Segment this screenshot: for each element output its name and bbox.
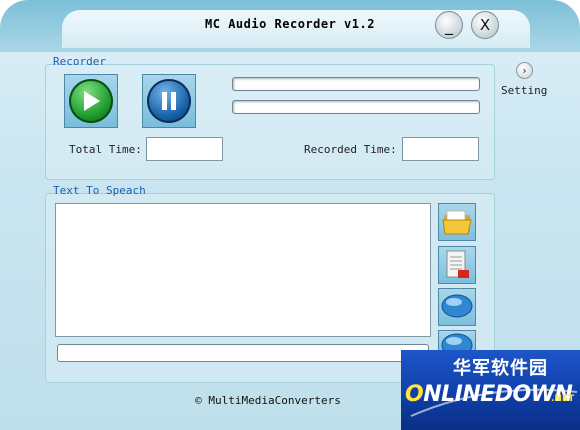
close-button[interactable]: X	[471, 11, 499, 39]
chevron-right-icon: ›	[522, 64, 527, 77]
minimize-button[interactable]: _	[435, 11, 463, 39]
play-icon	[69, 79, 113, 123]
recorder-panel-title: Recorder	[53, 55, 106, 68]
setting-label[interactable]: Setting	[501, 84, 547, 97]
document-icon	[446, 250, 469, 278]
total-time-label: Total Time:	[69, 143, 142, 156]
recorded-time-label: Recorded Time:	[304, 143, 397, 156]
onlinedown-watermark: 华军软件园 ONLINEDOWN .NET	[401, 350, 580, 430]
open-folder-icon	[442, 210, 472, 235]
app-window: MC Audio Recorder v1.2 _ X Recorder Tota…	[0, 0, 580, 430]
watermark-o-letter: O	[405, 382, 424, 407]
speak-button[interactable]	[438, 288, 476, 326]
speak-bubble-icon	[441, 294, 473, 318]
tts-input-bar[interactable]	[57, 344, 429, 362]
watermark-net-text: .NET	[551, 394, 575, 404]
watermark-english-text: ONLINEDOWN	[405, 382, 573, 407]
tts-text-area[interactable]	[55, 203, 431, 337]
close-icon: X	[479, 16, 491, 34]
open-file-button[interactable]	[438, 203, 476, 241]
recorded-time-field[interactable]	[402, 137, 479, 161]
speak-button-2[interactable]	[438, 330, 476, 352]
setting-button[interactable]: ›	[516, 62, 533, 79]
speak-bubble-icon	[441, 333, 473, 351]
watermark-chinese-text: 华军软件园	[453, 358, 548, 379]
pause-icon	[147, 79, 191, 123]
total-time-field[interactable]	[146, 137, 223, 161]
play-button[interactable]	[64, 74, 118, 128]
level-meter-left	[232, 77, 480, 91]
tts-panel-title: Text To Speach	[53, 184, 146, 197]
level-meter-right	[232, 100, 480, 114]
pause-button[interactable]	[142, 74, 196, 128]
minimize-icon: _	[445, 15, 453, 35]
document-button[interactable]	[438, 246, 476, 284]
